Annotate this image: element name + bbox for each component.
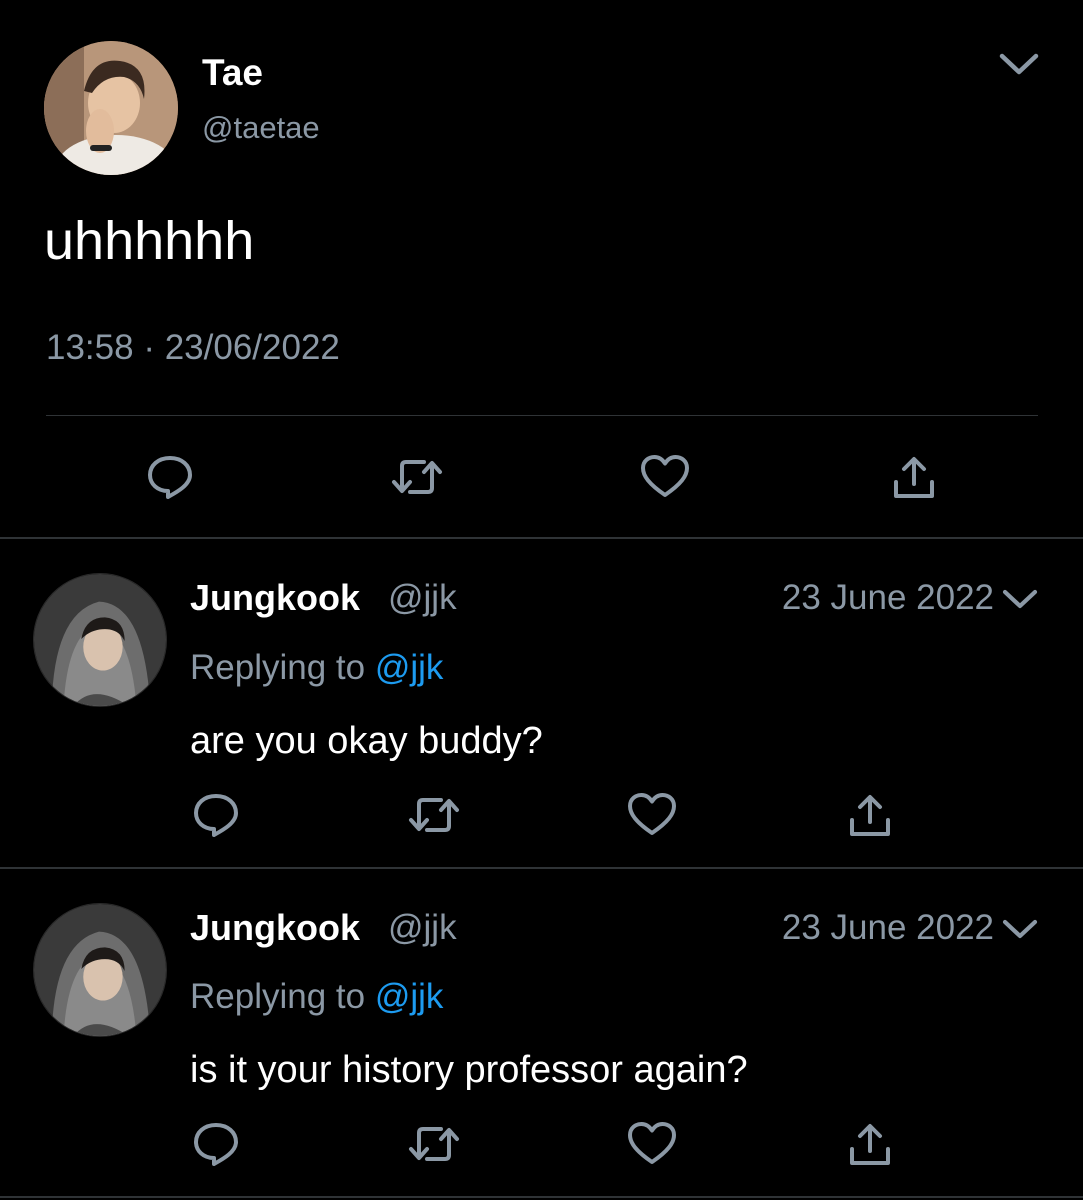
reply-author-handle[interactable]: @jjk	[388, 908, 457, 948]
reply-icon	[194, 1123, 238, 1166]
replying-mention-link[interactable]: @jjk	[375, 977, 444, 1016]
chevron-down-icon[interactable]	[1000, 914, 1040, 944]
tweet-timestamp[interactable]: 13:58 · 23/06/2022	[46, 328, 340, 368]
replying-label: Replying to	[190, 648, 366, 687]
replying-to: Replying to @jjk	[190, 648, 443, 688]
tae-avatar[interactable]	[44, 41, 178, 175]
author-name[interactable]: Tae	[202, 52, 263, 94]
replying-to: Replying to @jjk	[190, 977, 443, 1017]
divider	[0, 537, 1083, 539]
reply-text: are you okay buddy?	[190, 720, 543, 762]
share-button[interactable]	[884, 449, 944, 505]
heart-icon	[628, 793, 676, 835]
chevron-down-icon[interactable]	[996, 46, 1042, 82]
share-button[interactable]	[840, 787, 900, 843]
avatar-photo	[44, 41, 178, 175]
reply-button[interactable]	[140, 449, 200, 505]
reply-button[interactable]	[186, 1116, 246, 1172]
retweet-button[interactable]	[387, 449, 447, 505]
retweet-button[interactable]	[404, 1116, 464, 1172]
heart-icon	[628, 1122, 676, 1164]
share-button[interactable]	[840, 1116, 900, 1172]
divider	[0, 867, 1083, 869]
reply-date[interactable]: 23 June 2022	[700, 908, 994, 948]
share-icon	[894, 457, 934, 498]
tweet-date: 23/06/2022	[164, 328, 340, 367]
share-icon	[850, 795, 890, 836]
chevron-down-icon[interactable]	[1000, 584, 1040, 614]
jungkook-avatar[interactable]	[33, 903, 167, 1037]
retweet-button[interactable]	[404, 787, 464, 843]
retweet-icon	[392, 460, 442, 494]
tweet-time: 13:58	[46, 328, 134, 367]
like-button[interactable]	[635, 449, 695, 505]
share-icon	[850, 1124, 890, 1165]
replying-mention-link[interactable]: @jjk	[375, 648, 444, 687]
avatar-photo	[34, 574, 166, 706]
retweet-icon	[409, 1127, 459, 1161]
like-button[interactable]	[622, 1116, 682, 1172]
reply-icon	[148, 456, 192, 499]
reply-author-name[interactable]: Jungkook	[190, 577, 360, 619]
reply-author-name[interactable]: Jungkook	[190, 907, 360, 949]
jungkook-avatar[interactable]	[33, 573, 167, 707]
retweet-icon	[409, 798, 459, 832]
tweet-text: uhhhhhh	[44, 211, 255, 271]
reply-button[interactable]	[186, 787, 246, 843]
reply-author-handle[interactable]: @jjk	[388, 578, 457, 618]
divider	[46, 415, 1038, 416]
avatar-photo	[34, 904, 166, 1036]
replying-label: Replying to	[190, 977, 366, 1016]
reply-text: is it your history professor again?	[190, 1049, 748, 1091]
heart-icon	[641, 455, 689, 497]
author-handle[interactable]: @taetae	[202, 110, 320, 146]
meta-separator: ·	[143, 328, 155, 367]
divider	[0, 1196, 1083, 1198]
like-button[interactable]	[622, 787, 682, 843]
reply-icon	[194, 794, 238, 837]
reply-date[interactable]: 23 June 2022	[700, 578, 994, 618]
